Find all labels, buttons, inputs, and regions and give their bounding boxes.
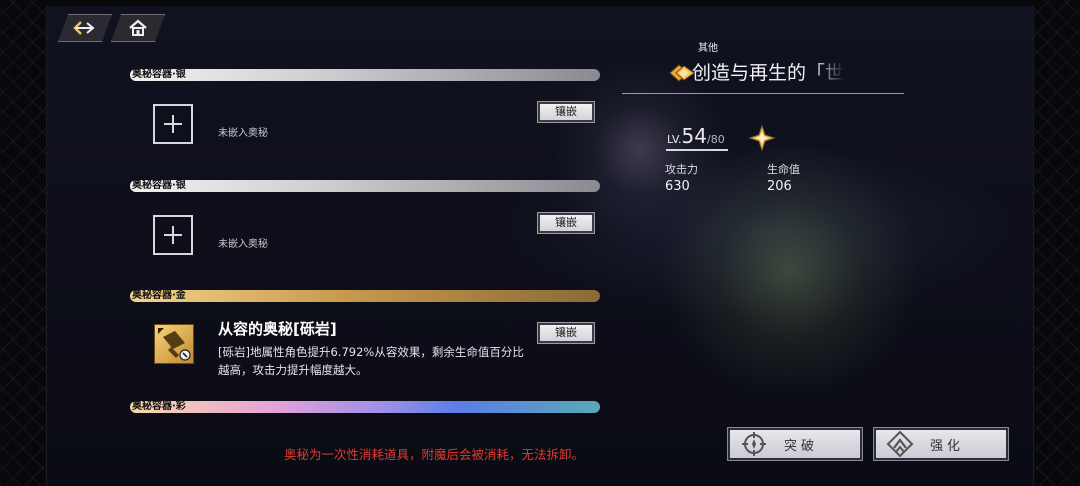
warning-text: 奥秘为一次性消耗道具，附魔后会被消耗，无法拆卸。 <box>284 447 585 462</box>
top-frame <box>46 0 1034 6</box>
divider <box>622 93 904 94</box>
level-max: /80 <box>706 133 725 146</box>
home-icon <box>128 19 148 37</box>
level-underline <box>666 149 728 151</box>
inlay-button-3[interactable]: 镶嵌 <box>537 322 595 344</box>
enhance-icon <box>880 428 920 460</box>
level-label: LV. <box>667 133 682 146</box>
enhance-button[interactable]: 强化 <box>873 427 1009 461</box>
star-icon[interactable] <box>749 125 775 151</box>
attack-label: 攻击力 <box>665 163 698 176</box>
slot-header-gold: 奥秘容器·金 <box>130 290 600 302</box>
empty-slot-add-1[interactable] <box>153 104 193 144</box>
hammer-rune-icon <box>158 328 191 361</box>
slot-status-2: 未嵌入奥秘 <box>218 239 268 250</box>
rune-title: 从容的奥秘[砾岩] <box>218 320 337 338</box>
level-display: LV.54/80 <box>667 124 725 148</box>
rune-icon[interactable] <box>154 324 194 364</box>
slot-header-silver-1: 奥秘容器·银 <box>130 69 600 81</box>
slot-status-1: 未嵌入奥秘 <box>218 128 268 139</box>
rune-description: [砾岩]地属性角色提升6.792%从容效果，剩余生命值百分比越高，攻击力提升幅度… <box>218 345 524 377</box>
inlay-button-1[interactable]: 镶嵌 <box>537 101 595 123</box>
empty-slot-add-2[interactable] <box>153 215 193 255</box>
breakthrough-button[interactable]: 突破 <box>727 427 863 461</box>
weapon-category: 其他 <box>698 43 718 54</box>
right-frame <box>1033 0 1080 486</box>
slot-header-rainbow: 奥秘容器·彩 <box>130 401 600 413</box>
slot-header-silver-2: 奥秘容器·银 <box>130 180 600 192</box>
hp-value: 206 <box>767 179 792 194</box>
inlay-button-2[interactable]: 镶嵌 <box>537 212 595 234</box>
enhance-label: 强化 <box>929 438 964 454</box>
hp-label: 生命值 <box>767 163 800 176</box>
breakthrough-label: 突破 <box>783 438 818 454</box>
weapon-name: 创造与再生的「世 <box>668 58 868 88</box>
level-value: 54 <box>681 124 707 148</box>
breakthrough-icon <box>734 428 774 460</box>
back-arrow-icon <box>73 20 97 36</box>
weapon-name-text: 创造与再生的「世 <box>692 62 845 84</box>
attack-value: 630 <box>665 179 690 194</box>
left-frame <box>0 0 47 486</box>
